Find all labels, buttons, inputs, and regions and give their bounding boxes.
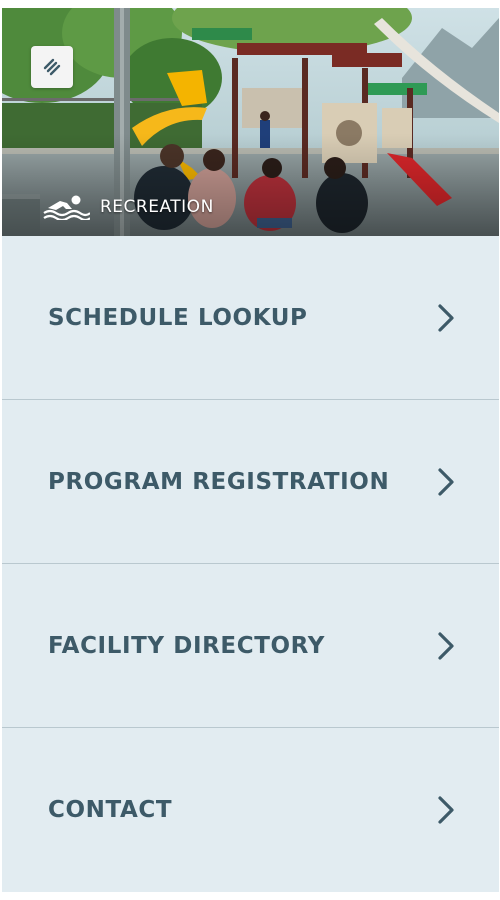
menu-item-contact[interactable]: CONTACT [2, 728, 499, 892]
chevron-right-icon [438, 796, 454, 824]
menu-item-label: SCHEDULE LOOKUP [48, 304, 308, 331]
swimmer-icon [43, 195, 90, 220]
menu-item-facility-directory[interactable]: FACILITY DIRECTORY [2, 564, 499, 728]
menu-button[interactable] [31, 46, 73, 88]
section-title: RECREATION [42, 194, 214, 220]
layers-menu-icon [43, 58, 61, 76]
chevron-right-icon [438, 631, 454, 660]
menu-list: SCHEDULE LOOKUP PROGRAM REGISTRATION FAC… [2, 236, 499, 892]
menu-item-label: PROGRAM REGISTRATION [48, 468, 390, 495]
chevron-right-icon [438, 303, 454, 332]
hero-banner: RECREATION [2, 8, 499, 236]
app-screen: RECREATION SCHEDULE LOOKUP PROGRAM REGIS… [2, 8, 499, 892]
menu-item-program-registration[interactable]: PROGRAM REGISTRATION [2, 400, 499, 564]
chevron-right-icon [438, 467, 454, 496]
section-label: RECREATION [100, 197, 214, 217]
menu-item-schedule-lookup[interactable]: SCHEDULE LOOKUP [2, 236, 499, 400]
menu-item-label: CONTACT [48, 797, 173, 823]
menu-item-label: FACILITY DIRECTORY [48, 632, 325, 659]
